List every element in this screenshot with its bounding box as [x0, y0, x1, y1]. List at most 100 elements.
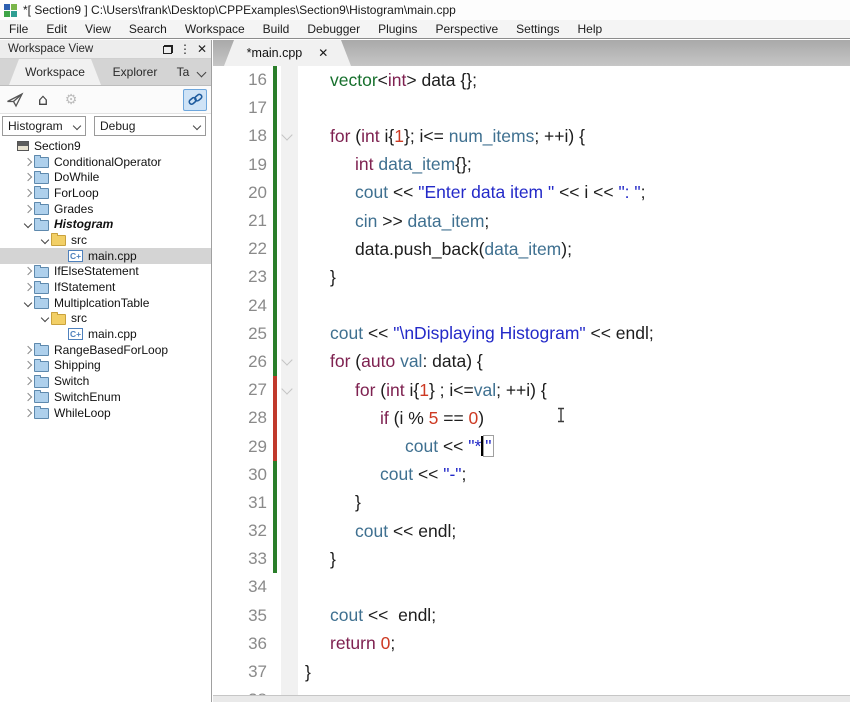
code-line-17[interactable]: 17 [213, 94, 850, 122]
menu-workspace[interactable]: Workspace [176, 20, 254, 38]
chevron-down-icon[interactable] [38, 237, 51, 243]
panel-close-icon[interactable]: ✕ [197, 43, 207, 55]
config-select[interactable]: Debug [94, 116, 206, 136]
code-line-23[interactable]: 23} [213, 263, 850, 291]
project-select[interactable]: Histogram [2, 116, 86, 136]
tree-item-main-cpp[interactable]: C+main.cpp [0, 326, 211, 342]
chevron-right-icon[interactable] [21, 347, 34, 353]
code-line-26[interactable]: 26for (auto val: data) { [213, 348, 850, 376]
menu-edit[interactable]: Edit [37, 20, 76, 38]
change-bar [273, 630, 277, 658]
float-panel-icon[interactable] [163, 45, 173, 54]
chevron-right-icon[interactable] [21, 284, 34, 290]
fold-marker-icon[interactable] [278, 359, 295, 364]
code-line-36[interactable]: 36return 0; [213, 630, 850, 658]
code-line-30[interactable]: 30cout << "-"; [213, 461, 850, 489]
chevron-right-icon[interactable] [21, 410, 34, 416]
tree-item-conditionaloperator[interactable]: ConditionalOperator [0, 154, 211, 170]
menu-view[interactable]: View [76, 20, 120, 38]
tree-item-shipping[interactable]: Shipping [0, 358, 211, 374]
chevron-right-icon[interactable] [21, 206, 34, 212]
code-line-24[interactable]: 24 [213, 292, 850, 320]
code-line-16[interactable]: 16vector<int> data {}; [213, 66, 850, 94]
tree-item-main-cpp[interactable]: C+main.cpp [0, 248, 211, 264]
line-number: 30 [213, 465, 273, 485]
code-line-33[interactable]: 33} [213, 545, 850, 573]
collapse-all-icon[interactable] [4, 89, 26, 111]
menu-build[interactable]: Build [254, 20, 299, 38]
menu-settings[interactable]: Settings [507, 20, 568, 38]
editor-tab-main-cpp[interactable]: *main.cpp ✕ [224, 40, 351, 66]
tree-item-src[interactable]: src [0, 311, 211, 327]
app-icon [4, 4, 17, 17]
chevron-down-icon[interactable] [21, 221, 34, 227]
tree-item-ifstatement[interactable]: IfStatement [0, 279, 211, 295]
chevron-down-icon[interactable] [21, 300, 34, 306]
horizontal-scrollbar[interactable] [213, 695, 850, 702]
code-line-25[interactable]: 25cout << "\nDisplaying Histogram" << en… [213, 320, 850, 348]
folder-icon [34, 377, 49, 388]
fold-marker-icon[interactable] [278, 134, 295, 139]
tab-more[interactable]: Ta [172, 59, 194, 85]
code-line-32[interactable]: 32cout << endl; [213, 517, 850, 545]
chevron-down-icon[interactable] [38, 315, 51, 321]
line-number: 25 [213, 324, 273, 344]
chevron-right-icon[interactable] [21, 190, 34, 196]
tree-item-ifelsestatement[interactable]: IfElseStatement [0, 264, 211, 280]
tree-item-dowhile[interactable]: DoWhile [0, 169, 211, 185]
code-line-28[interactable]: 28if (i % 5 == 0) [213, 404, 850, 432]
code-line-27[interactable]: 27for (int i{1} ; i<=val; ++i) { [213, 376, 850, 404]
code-line-21[interactable]: 21cin >> data_item; [213, 207, 850, 235]
code-text: } [295, 267, 336, 288]
line-number: 19 [213, 155, 273, 175]
tab-close-icon[interactable]: ✕ [318, 46, 328, 60]
tree-item-src[interactable]: src [0, 232, 211, 248]
tab-explorer[interactable]: Explorer [104, 59, 166, 85]
menu-search[interactable]: Search [120, 20, 176, 38]
line-number: 23 [213, 267, 273, 287]
code-editor[interactable]: 16vector<int> data {};1718for (int i{1};… [213, 66, 850, 702]
chevron-right-icon[interactable] [21, 394, 34, 400]
tree-item-multiplcationtable[interactable]: MultiplcationTable [0, 295, 211, 311]
code-line-31[interactable]: 31} [213, 489, 850, 517]
tree-item-grades[interactable]: Grades [0, 201, 211, 217]
menu-help[interactable]: Help [569, 20, 612, 38]
code-line-22[interactable]: 22data.push_back(data_item); [213, 235, 850, 263]
panel-menu-icon[interactable]: ⋮ [179, 43, 191, 55]
tab-workspace[interactable]: Workspace [9, 59, 101, 85]
code-line-19[interactable]: 19int data_item{}; [213, 151, 850, 179]
code-line-35[interactable]: 35cout << endl; [213, 602, 850, 630]
chevron-right-icon[interactable] [21, 378, 34, 384]
code-line-37[interactable]: 37} [213, 658, 850, 686]
line-number: 32 [213, 521, 273, 541]
chevron-right-icon[interactable] [21, 174, 34, 180]
tree-item-switchenum[interactable]: SwitchEnum [0, 389, 211, 405]
chevron-right-icon[interactable] [21, 362, 34, 368]
line-number: 18 [213, 126, 273, 146]
menu-debugger[interactable]: Debugger [298, 20, 369, 38]
line-number: 29 [213, 437, 273, 457]
menu-perspective[interactable]: Perspective [426, 20, 507, 38]
home-icon[interactable]: ⌂ [32, 89, 54, 111]
tree-item-histogram[interactable]: Histogram [0, 216, 211, 232]
code-line-29[interactable]: 29cout << "*" [213, 432, 850, 460]
code-text: for (int i{1} ; i<=val; ++i) { [295, 380, 547, 401]
link-editor-icon[interactable] [183, 89, 207, 111]
code-line-18[interactable]: 18for (int i{1}; i<= num_items; ++i) { [213, 122, 850, 150]
chevron-right-icon[interactable] [21, 159, 34, 165]
tree-item-switch[interactable]: Switch [0, 373, 211, 389]
menu-file[interactable]: File [0, 20, 37, 38]
code-line-34[interactable]: 34 [213, 573, 850, 601]
tree-item-forloop[interactable]: ForLoop [0, 185, 211, 201]
tree-item-whileloop[interactable]: WhileLoop [0, 405, 211, 421]
tree-item-section9[interactable]: Section9 [0, 138, 211, 154]
tab-overflow-chevron[interactable] [193, 59, 209, 85]
folder-icon [34, 283, 49, 294]
tree-item-rangebasedforloop[interactable]: RangeBasedForLoop [0, 342, 211, 358]
settings-gear-icon[interactable]: ⚙ [60, 89, 82, 111]
menu-plugins[interactable]: Plugins [369, 20, 426, 38]
code-text: cin >> data_item; [295, 211, 489, 232]
code-line-20[interactable]: 20cout << "Enter data item " << i << ": … [213, 179, 850, 207]
chevron-right-icon[interactable] [21, 268, 34, 274]
fold-marker-icon[interactable] [278, 388, 295, 393]
